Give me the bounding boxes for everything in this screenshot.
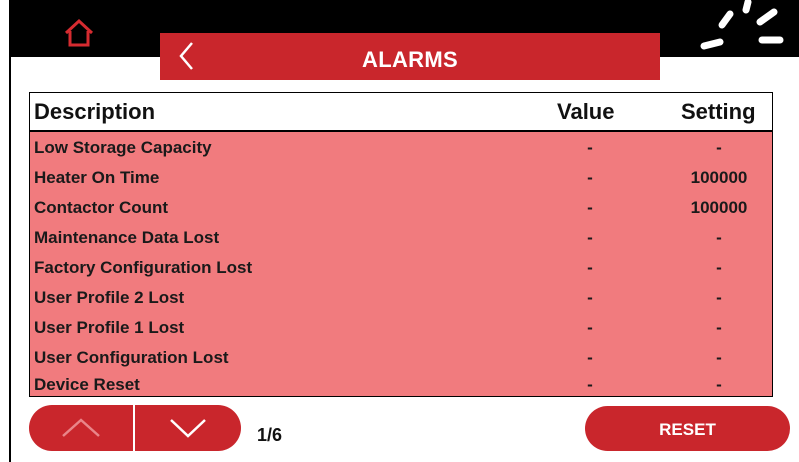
row-setting: - <box>716 375 722 394</box>
table-row[interactable]: User Configuration Lost - - <box>30 342 772 372</box>
column-header-setting: Setting <box>681 99 756 124</box>
table-row[interactable]: Maintenance Data Lost - - <box>30 222 772 252</box>
row-setting: - <box>716 318 722 337</box>
row-description: Factory Configuration Lost <box>34 258 253 277</box>
row-value: - <box>587 288 593 307</box>
table-row[interactable]: Factory Configuration Lost - - <box>30 252 772 282</box>
page-title: ALARMS <box>362 47 458 72</box>
row-setting: - <box>716 288 722 307</box>
left-border <box>9 0 11 462</box>
row-setting: 100000 <box>690 198 748 217</box>
row-description: User Profile 1 Lost <box>34 318 185 337</box>
row-setting: - <box>716 228 722 247</box>
column-header-value: Value <box>557 99 615 124</box>
row-description: Contactor Count <box>34 198 169 217</box>
row-description: Low Storage Capacity <box>34 138 212 157</box>
row-value: - <box>587 168 593 187</box>
row-setting: 100000 <box>690 168 748 187</box>
table-row[interactable]: Device Reset - - <box>30 369 772 399</box>
row-description: User Configuration Lost <box>34 348 229 367</box>
table-row[interactable]: Contactor Count - 100000 <box>30 192 772 222</box>
row-value: - <box>587 375 593 394</box>
reset-button-label: RESET <box>659 420 716 439</box>
title-bar: ALARMS <box>160 33 660 80</box>
row-description: Heater On Time <box>34 168 160 187</box>
table-row[interactable]: User Profile 1 Lost - - <box>30 312 772 342</box>
row-value: - <box>587 198 593 217</box>
table-row[interactable]: Heater On Time - 100000 <box>30 162 772 192</box>
row-setting: - <box>716 138 722 157</box>
table-row[interactable]: User Profile 2 Lost - - <box>30 282 772 312</box>
row-description: User Profile 2 Lost <box>34 288 185 307</box>
row-value: - <box>587 318 593 337</box>
page-down-button[interactable] <box>135 405 241 451</box>
table-row[interactable]: Low Storage Capacity - - <box>30 132 772 162</box>
page-indicator: 1/6 <box>257 425 283 445</box>
row-setting: - <box>716 348 722 367</box>
reset-button[interactable]: RESET <box>585 406 790 451</box>
home-icon[interactable] <box>62 16 96 50</box>
loading-spinner-icon <box>700 0 784 50</box>
chevron-up-icon <box>62 418 100 437</box>
alarms-table: Description Value Setting Low Storage Ca… <box>29 92 773 397</box>
row-value: - <box>587 138 593 157</box>
row-description: Device Reset <box>34 375 140 394</box>
row-description: Maintenance Data Lost <box>34 228 220 247</box>
row-value: - <box>587 228 593 247</box>
column-header-description: Description <box>34 99 156 124</box>
table-header: Description Value Setting <box>30 93 772 132</box>
chevron-down-icon <box>170 419 206 438</box>
row-value: - <box>587 348 593 367</box>
row-setting: - <box>716 258 722 277</box>
page-up-button[interactable] <box>29 405 133 451</box>
row-value: - <box>587 258 593 277</box>
